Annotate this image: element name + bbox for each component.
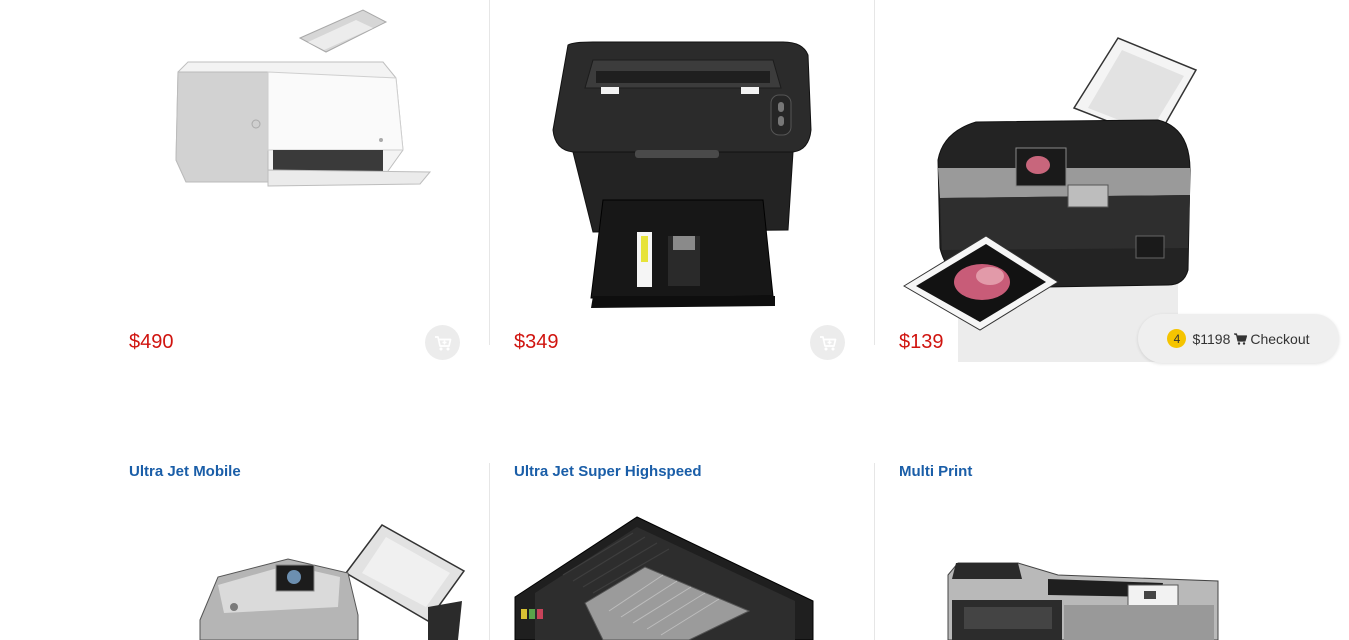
column-divider — [874, 0, 875, 345]
product-title-link[interactable]: Ultra Jet Super Highspeed — [514, 463, 702, 480]
shopping-cart-icon — [1234, 332, 1248, 345]
column-divider — [874, 463, 875, 640]
checkout-button[interactable]: 4 $1198 Checkout — [1138, 314, 1339, 363]
add-to-cart-button[interactable] — [810, 325, 845, 360]
cart-count-badge: 4 — [1167, 329, 1187, 348]
product-image-mobile-inkjet-printer[interactable] — [128, 515, 468, 640]
product-price: $139 — [899, 331, 944, 353]
cart-plus-icon — [819, 335, 836, 350]
product-title-link[interactable]: Ultra Jet Mobile — [129, 463, 241, 480]
product-title-link[interactable]: Multi Print — [899, 463, 972, 480]
product-image-highspeed-printer[interactable] — [513, 513, 853, 640]
cart-total: $1198 — [1192, 330, 1231, 347]
checkout-label: Checkout — [1250, 330, 1310, 347]
product-price: $349 — [514, 331, 559, 353]
product-image-black-laser-printer[interactable] — [513, 0, 853, 320]
add-to-cart-button[interactable] — [425, 325, 460, 360]
product-image-white-laser-printer[interactable] — [128, 0, 468, 250]
column-divider — [489, 0, 490, 345]
product-image-multifunction-printer[interactable] — [898, 505, 1238, 640]
product-price: $490 — [129, 331, 174, 353]
column-divider — [489, 463, 490, 640]
cart-plus-icon — [434, 335, 451, 350]
